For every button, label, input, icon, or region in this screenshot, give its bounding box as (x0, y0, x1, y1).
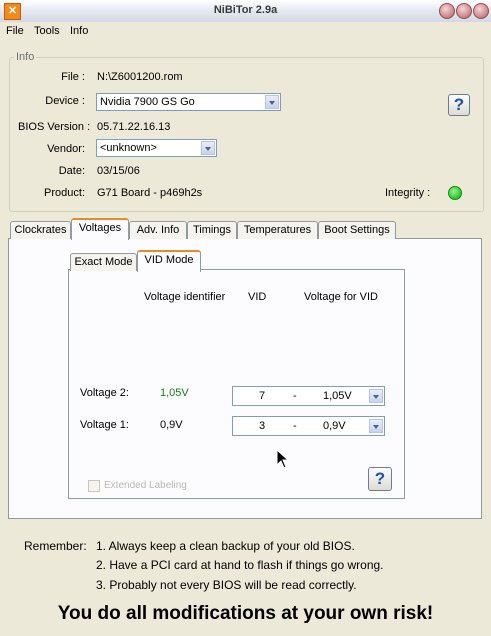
tab-timings[interactable]: Timings (187, 221, 237, 239)
separator: - (293, 390, 297, 402)
col-voltage-identifier: Voltage identifier (144, 291, 226, 303)
voltage1-vfv: 0,9V (323, 420, 346, 432)
date-value: 03/15/06 (97, 165, 140, 177)
extended-labeling-label: Extended Labeling (104, 480, 187, 491)
integrity-indicator (448, 186, 462, 200)
close-button[interactable] (473, 3, 489, 19)
bios-version-label: BIOS Version : (18, 121, 91, 133)
subtab-exact-mode[interactable]: Exact Mode (70, 253, 137, 271)
file-value: N:\Z6001200.rom (97, 71, 183, 83)
window-title: NiBiTor 2.9a (213, 4, 278, 16)
extended-labeling-checkbox[interactable] (88, 480, 100, 492)
voltage2-vid: 7 (259, 390, 266, 402)
risk-warning: You do all modifications at your own ris… (57, 603, 434, 624)
vid-help-button[interactable]: ? (368, 467, 392, 491)
remember-line-1: 1. Always keep a clean backup of your ol… (96, 539, 355, 553)
integrity-label: Integrity : (385, 187, 431, 199)
voltage1-identifier: 0,9V (160, 419, 183, 431)
col-voltage-for-vid: Voltage for VID (304, 291, 378, 303)
remember-line-2: 2. Have a PCI card at hand to flash if t… (96, 558, 384, 572)
product-label: Product: (44, 187, 85, 199)
voltage1-label: Voltage 1: (80, 419, 129, 431)
menu-tools[interactable]: Tools (34, 25, 60, 37)
remember-label: Remember: (24, 539, 87, 553)
vendor-label: Vendor: (47, 143, 85, 155)
voltage1-vid-select[interactable]: 3 - 0,9V (232, 416, 385, 436)
chevron-down-icon[interactable] (265, 95, 279, 109)
tab-clockrates[interactable]: Clockrates (10, 221, 71, 239)
menu-info[interactable]: Info (70, 25, 88, 37)
info-legend: Info (14, 51, 37, 63)
menu-file[interactable]: File (6, 25, 24, 37)
separator: - (293, 420, 297, 432)
tab-voltages[interactable]: Voltages (71, 218, 129, 240)
voltage1-vid: 3 (259, 420, 266, 432)
device-value: Nvidia 7900 GS Go (100, 96, 195, 108)
chevron-down-icon[interactable] (369, 389, 383, 403)
subtab-vid-mode[interactable]: VID Mode (137, 250, 201, 272)
vendor-select[interactable]: <unknown> (96, 139, 217, 157)
minimize-button[interactable] (439, 3, 455, 19)
mouse-cursor-icon (276, 449, 290, 469)
chevron-down-icon[interactable] (369, 419, 383, 433)
product-value: G71 Board - p469h2s (97, 187, 203, 199)
info-help-button[interactable]: ? (448, 94, 470, 116)
voltage2-identifier: 1,05V (160, 387, 189, 399)
vid-mode-panel (68, 269, 405, 499)
tab-adv-info[interactable]: Adv. Info (129, 221, 187, 239)
bios-version-value: 05.71.22.16.13 (97, 121, 171, 133)
device-select[interactable]: Nvidia 7900 GS Go (96, 93, 281, 111)
file-label: File : (61, 71, 85, 83)
maximize-button[interactable] (456, 3, 472, 19)
chevron-down-icon[interactable] (201, 141, 215, 155)
device-label: Device : (45, 95, 85, 107)
voltage2-vfv: 1,05V (323, 390, 352, 402)
vendor-value: <unknown> (100, 142, 157, 154)
date-label: Date: (58, 165, 85, 177)
tab-boot-settings[interactable]: Boot Settings (318, 221, 396, 239)
tab-temperatures[interactable]: Temperatures (237, 221, 318, 239)
remember-line-3: 3. Probably not every BIOS will be read … (96, 578, 357, 592)
voltage2-label: Voltage 2: (80, 387, 129, 399)
voltage2-vid-select[interactable]: 7 - 1,05V (232, 386, 385, 406)
col-vid: VID (248, 291, 267, 303)
